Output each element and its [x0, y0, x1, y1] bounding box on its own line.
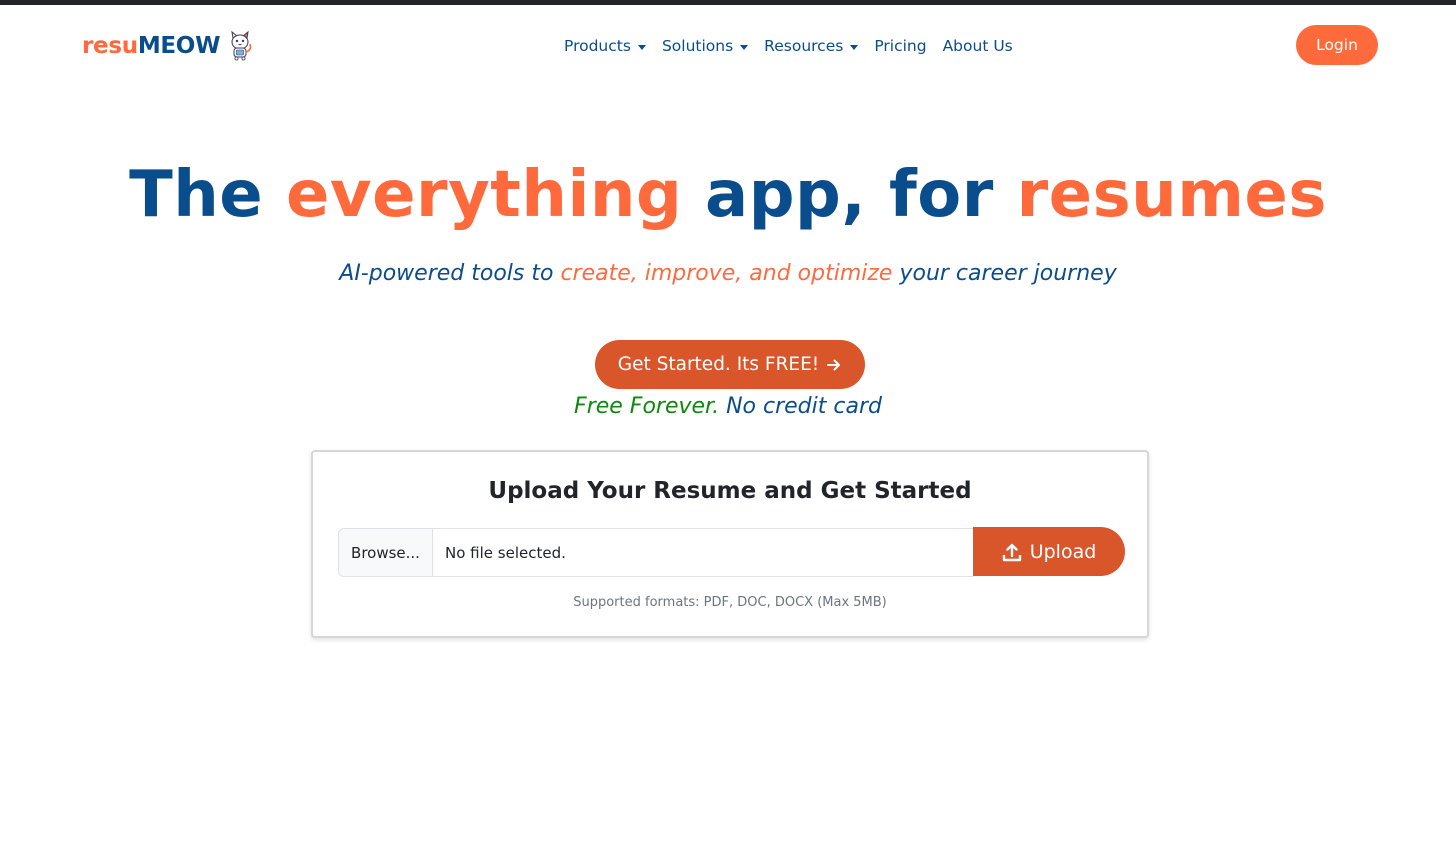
nav-products-label: Products — [564, 37, 631, 55]
get-started-label: Get Started. Its FREE! — [617, 354, 820, 375]
file-status-text: No file selected. — [445, 543, 566, 562]
file-input[interactable]: Browse... No file selected. — [338, 528, 974, 577]
nav-resources-dropdown[interactable]: Resources — [764, 37, 859, 55]
upload-button-label: Upload — [1029, 540, 1097, 563]
no-credit-card-text: No credit card — [726, 394, 882, 419]
supported-formats-note: Supported formats: PDF, DOC, DOCX (Max 5… — [573, 595, 887, 610]
hero-subtitle-part3: your career journey — [899, 261, 1117, 286]
nav-resources-label: Resources — [764, 37, 844, 55]
hero-title-part1: The — [129, 158, 264, 232]
nav-pricing-label: Pricing — [874, 37, 927, 55]
nav-about-label: About Us — [942, 37, 1013, 55]
hero-title-part4: resumes — [1016, 158, 1327, 232]
main-nav: Products Solutions Resources Pricing Abo… — [564, 34, 1029, 58]
nav-products-dropdown[interactable]: Products — [564, 37, 646, 55]
brand-name-part1: resu — [82, 33, 138, 59]
get-started-button[interactable]: Get Started. Its FREE! — [595, 340, 865, 389]
navbar: resu MEOW Products Solutions Resources P… — [0, 5, 1456, 85]
caret-down-icon — [850, 44, 859, 50]
login-button[interactable]: Login — [1296, 25, 1378, 65]
hero-subtitle-part2: create, improve, and optimize — [560, 261, 893, 286]
nav-solutions-dropdown[interactable]: Solutions — [661, 37, 749, 55]
cat-mascot-icon — [231, 30, 252, 61]
brand-logo-link[interactable]: resu MEOW — [82, 29, 254, 63]
nav-solutions-label: Solutions — [661, 37, 734, 55]
arrow-right-icon — [827, 359, 841, 370]
upload-card-title: Upload Your Resume and Get Started — [488, 478, 972, 504]
free-forever-text: Free Forever. — [574, 394, 720, 419]
upload-card: Upload Your Resume and Get Started Brows… — [311, 450, 1149, 638]
upload-icon — [1002, 543, 1021, 561]
caret-down-icon — [637, 44, 646, 50]
free-forever-note: Free Forever. No credit card — [0, 392, 1456, 422]
upload-button[interactable]: Upload — [973, 527, 1125, 576]
hero-subtitle-part1: AI-powered tools to — [339, 261, 554, 286]
browse-button[interactable]: Browse... — [339, 529, 433, 576]
hero-subtitle: AI-powered tools to create, improve, and… — [0, 258, 1456, 290]
nav-about-link[interactable]: About Us — [943, 37, 1013, 55]
brand-name-part2: MEOW — [137, 33, 221, 59]
nav-pricing-link[interactable]: Pricing — [874, 37, 926, 55]
caret-down-icon — [740, 44, 749, 50]
hero-title-part2: everything — [285, 158, 683, 232]
hero-title-part3: app, for — [705, 158, 994, 232]
hero-title: The everything app, for resumes — [0, 156, 1456, 234]
